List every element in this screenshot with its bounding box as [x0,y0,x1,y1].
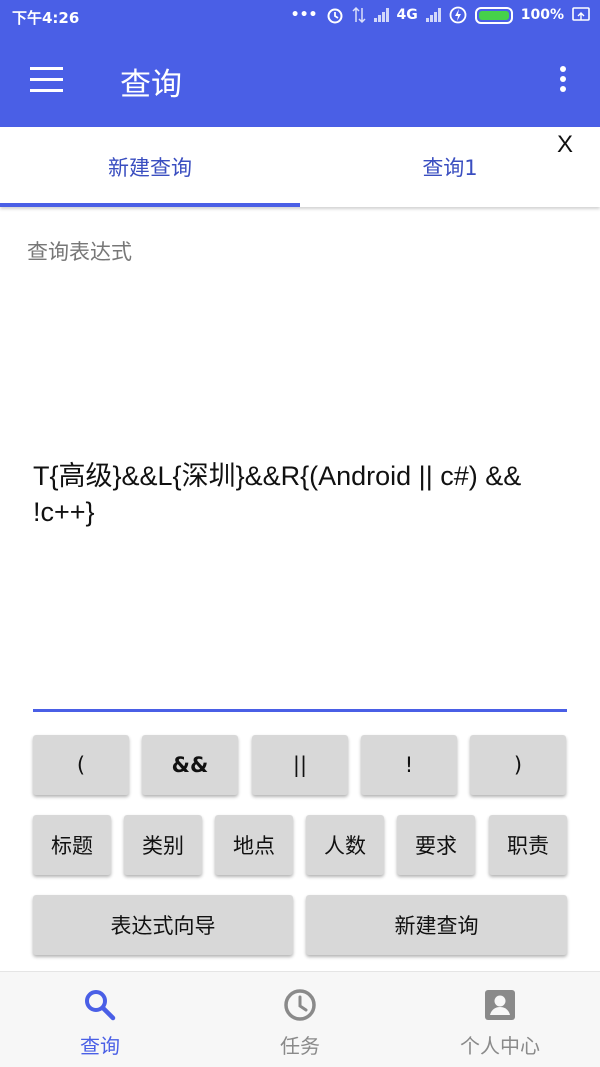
battery-icon [474,6,513,24]
data-transfer-icon [351,6,366,24]
status-time: 下午4:26 [12,9,80,27]
tab-indicator [0,203,300,207]
key-duties[interactable]: 职责 [489,815,567,875]
battery-percent: 100% [520,7,564,23]
key-open-paren[interactable]: ( [33,735,129,795]
clock-icon [284,989,316,1021]
cast-icon [572,7,590,21]
status-bar: 下午4:26 ••• 4G 100% [0,0,600,33]
key-close-paren[interactable]: ) [470,735,566,795]
more-dots-icon: ••• [290,7,318,23]
page-title: 查询 [120,67,182,103]
key-requirements[interactable]: 要求 [397,815,475,875]
expression-input[interactable]: T{高级}&&L{深圳}&&R{(Android || c#) && !c++} [33,458,573,530]
new-query-button[interactable]: 新建查询 [306,895,567,955]
expression-label: 查询表达式 [27,240,132,264]
status-icons: ••• 4G 100% [291,6,590,24]
key-title[interactable]: 标题 [33,815,111,875]
nav-label-query: 查询 [80,1034,120,1058]
tab-bar: 新建查询 查询1 X [0,127,600,207]
tab-new-query[interactable]: 新建查询 [0,127,300,207]
tab-query-1[interactable]: 查询1 [300,127,600,207]
key-headcount[interactable]: 人数 [306,815,384,875]
signal-icon [373,8,389,22]
nav-item-query[interactable]: 查询 [0,972,200,1067]
hamburger-menu-icon[interactable] [30,67,63,93]
search-icon [85,990,116,1021]
key-and[interactable]: && [142,735,238,795]
bottom-navigation: 查询 任务 个人中心 [0,971,600,1067]
expression-underline [33,709,567,712]
alarm-icon [327,8,342,24]
key-or[interactable]: || [252,735,348,795]
nav-item-tasks[interactable]: 任务 [200,972,400,1067]
nav-label-tasks: 任务 [280,1034,320,1058]
app-bar: 查询 [0,33,600,127]
key-location[interactable]: 地点 [215,815,293,875]
close-tab-button[interactable]: X [557,131,573,159]
network-type: 4G [396,7,418,23]
more-vert-icon[interactable] [556,66,570,96]
signal-icon-2 [425,8,441,22]
expression-wizard-button[interactable]: 表达式向导 [33,895,293,955]
key-category[interactable]: 类别 [124,815,202,875]
account-box-icon [485,990,515,1020]
key-not[interactable]: ! [361,735,457,795]
charging-icon [449,6,467,24]
nav-label-profile: 个人中心 [460,1034,540,1058]
nav-item-profile[interactable]: 个人中心 [400,972,600,1067]
